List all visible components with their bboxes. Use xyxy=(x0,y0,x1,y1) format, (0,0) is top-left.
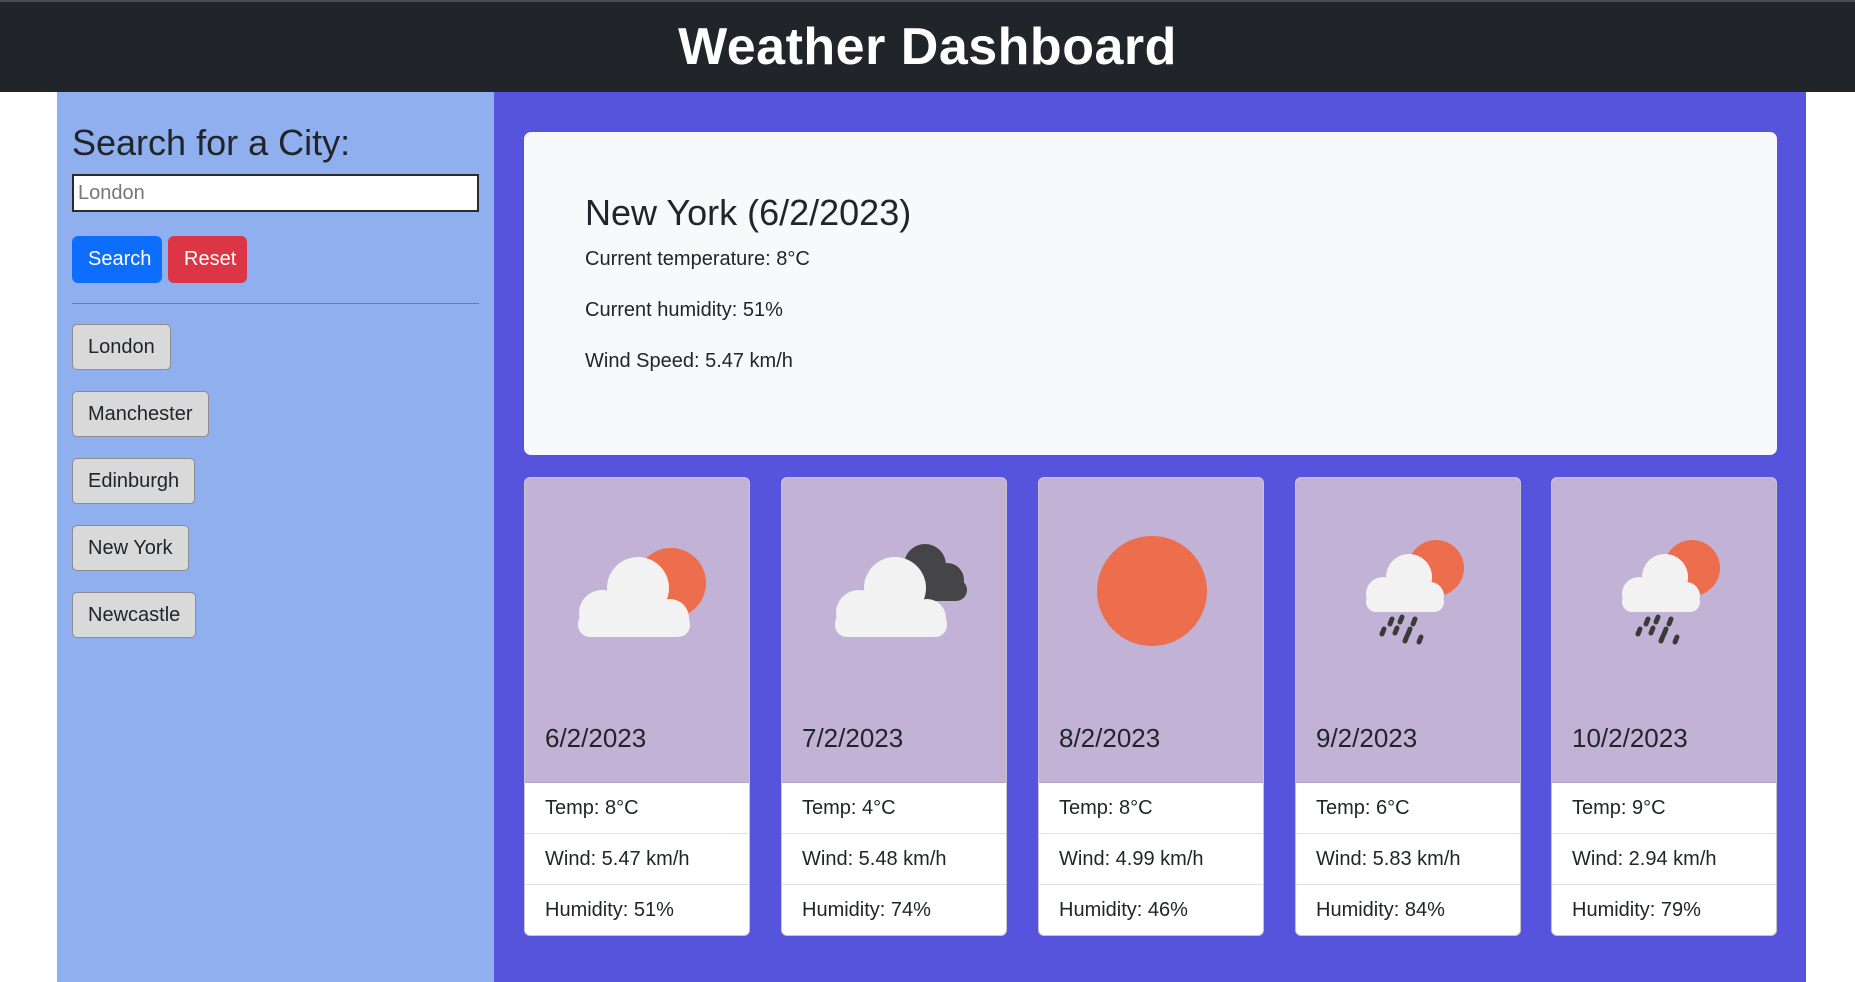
forecast-card: 6/2/2023 Temp: 8°C Wind: 5.47 km/h Humid… xyxy=(524,477,750,936)
weather-main: New York (6/2/2023) Current temperature:… xyxy=(494,92,1806,982)
forecast-wind: Wind: 4.99 km/h xyxy=(1039,834,1263,885)
current-temperature: Current temperature: 8°C xyxy=(585,248,810,270)
forecast-humidity: Humidity: 84% xyxy=(1316,899,1445,921)
page-title: Weather Dashboard xyxy=(678,18,1177,76)
forecast-card-header: 9/2/2023 xyxy=(1296,478,1520,783)
reset-button[interactable]: Reset xyxy=(168,236,247,283)
five-day-forecast: 6/2/2023 Temp: 8°C Wind: 5.47 km/h Humid… xyxy=(524,477,1777,936)
search-heading: Search for a City: xyxy=(72,122,351,163)
forecast-temp: Temp: 8°C xyxy=(525,783,749,834)
dark-clouds-icon xyxy=(835,544,967,637)
forecast-date: 7/2/2023 xyxy=(802,723,904,753)
forecast-card-header: 10/2/2023 xyxy=(1552,478,1776,783)
search-button[interactable]: Search xyxy=(72,236,162,283)
forecast-card-header: 8/2/2023 xyxy=(1039,478,1263,783)
search-sidebar: Search for a City: Search Reset London M… xyxy=(57,92,494,982)
current-humidity: Current humidity: 51% xyxy=(585,299,783,321)
forecast-card: 10/2/2023 Temp: 9°C Wind: 2.94 km/h Humi… xyxy=(1551,477,1777,936)
forecast-wind: Wind: 5.47 km/h xyxy=(525,834,749,885)
history-city-newcastle[interactable]: Newcastle xyxy=(72,592,197,638)
forecast-wind: Wind: 5.83 km/h xyxy=(1296,834,1520,885)
rain-sun-icon xyxy=(1622,540,1720,645)
search-history: London Manchester Edinburgh New York New… xyxy=(72,324,478,638)
current-wind-speed: Wind Speed: 5.47 km/h xyxy=(585,350,793,372)
forecast-card-header: 7/2/2023 xyxy=(782,478,1006,783)
search-actions: Search Reset xyxy=(72,236,478,283)
sidebar-divider xyxy=(72,303,479,304)
partly-cloudy-sun-icon xyxy=(578,548,706,637)
forecast-card: 9/2/2023 Temp: 6°C Wind: 5.83 km/h Humid… xyxy=(1295,477,1521,936)
forecast-humidity: Humidity: 51% xyxy=(545,899,674,921)
current-city-title: New York (6/2/2023) xyxy=(585,192,912,233)
forecast-date: 6/2/2023 xyxy=(545,723,647,753)
sun-icon xyxy=(1097,536,1207,646)
forecast-temp: Temp: 4°C xyxy=(782,783,1006,834)
forecast-humidity: Humidity: 74% xyxy=(802,899,931,921)
forecast-details: Temp: 8°C Wind: 5.47 km/h Humidity: 51% xyxy=(525,783,749,935)
forecast-details: Temp: 8°C Wind: 4.99 km/h Humidity: 46% xyxy=(1039,783,1263,935)
rain-sun-icon xyxy=(1366,540,1464,645)
forecast-date: 8/2/2023 xyxy=(1059,723,1161,753)
forecast-temp: Temp: 6°C xyxy=(1296,783,1520,834)
forecast-wind: Wind: 2.94 km/h xyxy=(1552,834,1776,885)
forecast-date: 10/2/2023 xyxy=(1572,723,1688,753)
forecast-details: Temp: 4°C Wind: 5.48 km/h Humidity: 74% xyxy=(782,783,1006,935)
forecast-wind: Wind: 5.48 km/h xyxy=(782,834,1006,885)
current-weather-card: New York (6/2/2023) Current temperature:… xyxy=(524,132,1777,455)
history-city-london[interactable]: London xyxy=(72,324,171,370)
city-search-input[interactable] xyxy=(72,174,479,212)
forecast-details: Temp: 6°C Wind: 5.83 km/h Humidity: 84% xyxy=(1296,783,1520,935)
app-header: Weather Dashboard xyxy=(0,0,1855,92)
forecast-card-header: 6/2/2023 xyxy=(525,478,749,783)
forecast-temp: Temp: 8°C xyxy=(1039,783,1263,834)
forecast-temp: Temp: 9°C xyxy=(1552,783,1776,834)
forecast-details: Temp: 9°C Wind: 2.94 km/h Humidity: 79% xyxy=(1552,783,1776,935)
forecast-card: 7/2/2023 Temp: 4°C Wind: 5.48 km/h Humid… xyxy=(781,477,1007,936)
history-city-edinburgh[interactable]: Edinburgh xyxy=(72,458,196,504)
forecast-humidity: Humidity: 46% xyxy=(1059,899,1188,921)
forecast-date: 9/2/2023 xyxy=(1316,723,1418,753)
history-city-manchester[interactable]: Manchester xyxy=(72,391,209,437)
forecast-humidity: Humidity: 79% xyxy=(1572,899,1701,921)
history-city-new-york[interactable]: New York xyxy=(72,525,189,571)
forecast-card: 8/2/2023 Temp: 8°C Wind: 4.99 km/h Humid… xyxy=(1038,477,1264,936)
